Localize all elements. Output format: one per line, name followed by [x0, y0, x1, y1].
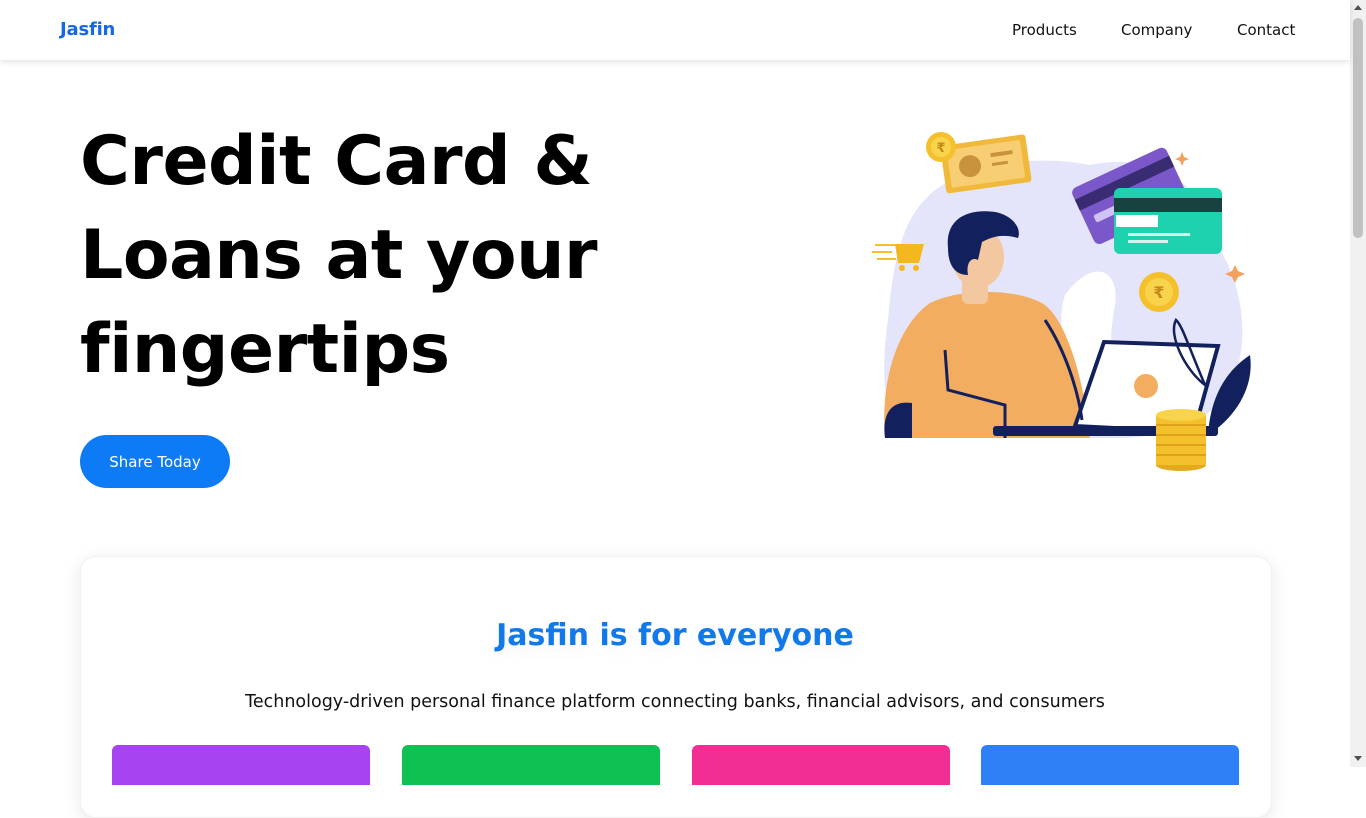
nav-link-products[interactable]: Products — [1012, 21, 1077, 39]
share-today-button[interactable]: Share Today — [80, 435, 230, 488]
svg-text:₹: ₹ — [936, 141, 945, 156]
feature-card-pink[interactable] — [692, 745, 950, 785]
scroll-up-arrow-icon[interactable] — [1354, 5, 1362, 10]
about-subtitle: Technology-driven personal finance platf… — [245, 692, 1105, 712]
feature-card-blue[interactable] — [981, 745, 1239, 785]
hero-illustration: ₹ ₹ — [860, 120, 1280, 490]
feature-card-purple[interactable] — [112, 745, 370, 785]
brand-logo[interactable]: Jasfin — [60, 19, 115, 40]
svg-text:₹: ₹ — [1153, 283, 1164, 302]
top-navbar: Jasfin Products Company Contact — [0, 0, 1350, 60]
hero-title: Credit Card & Loans at your fingertips — [80, 122, 598, 389]
nav-link-company[interactable]: Company — [1121, 21, 1192, 39]
feature-card-green[interactable] — [402, 745, 660, 785]
vertical-scrollbar[interactable] — [1350, 0, 1366, 767]
person-with-laptop-credit-card-coins-illustration: ₹ ₹ — [872, 132, 1251, 471]
about-title: Jasfin is for everyone — [496, 618, 854, 653]
scroll-down-arrow-icon[interactable] — [1354, 756, 1362, 761]
scroll-thumb[interactable] — [1353, 18, 1363, 238]
nav-link-contact[interactable]: Contact — [1237, 21, 1295, 39]
